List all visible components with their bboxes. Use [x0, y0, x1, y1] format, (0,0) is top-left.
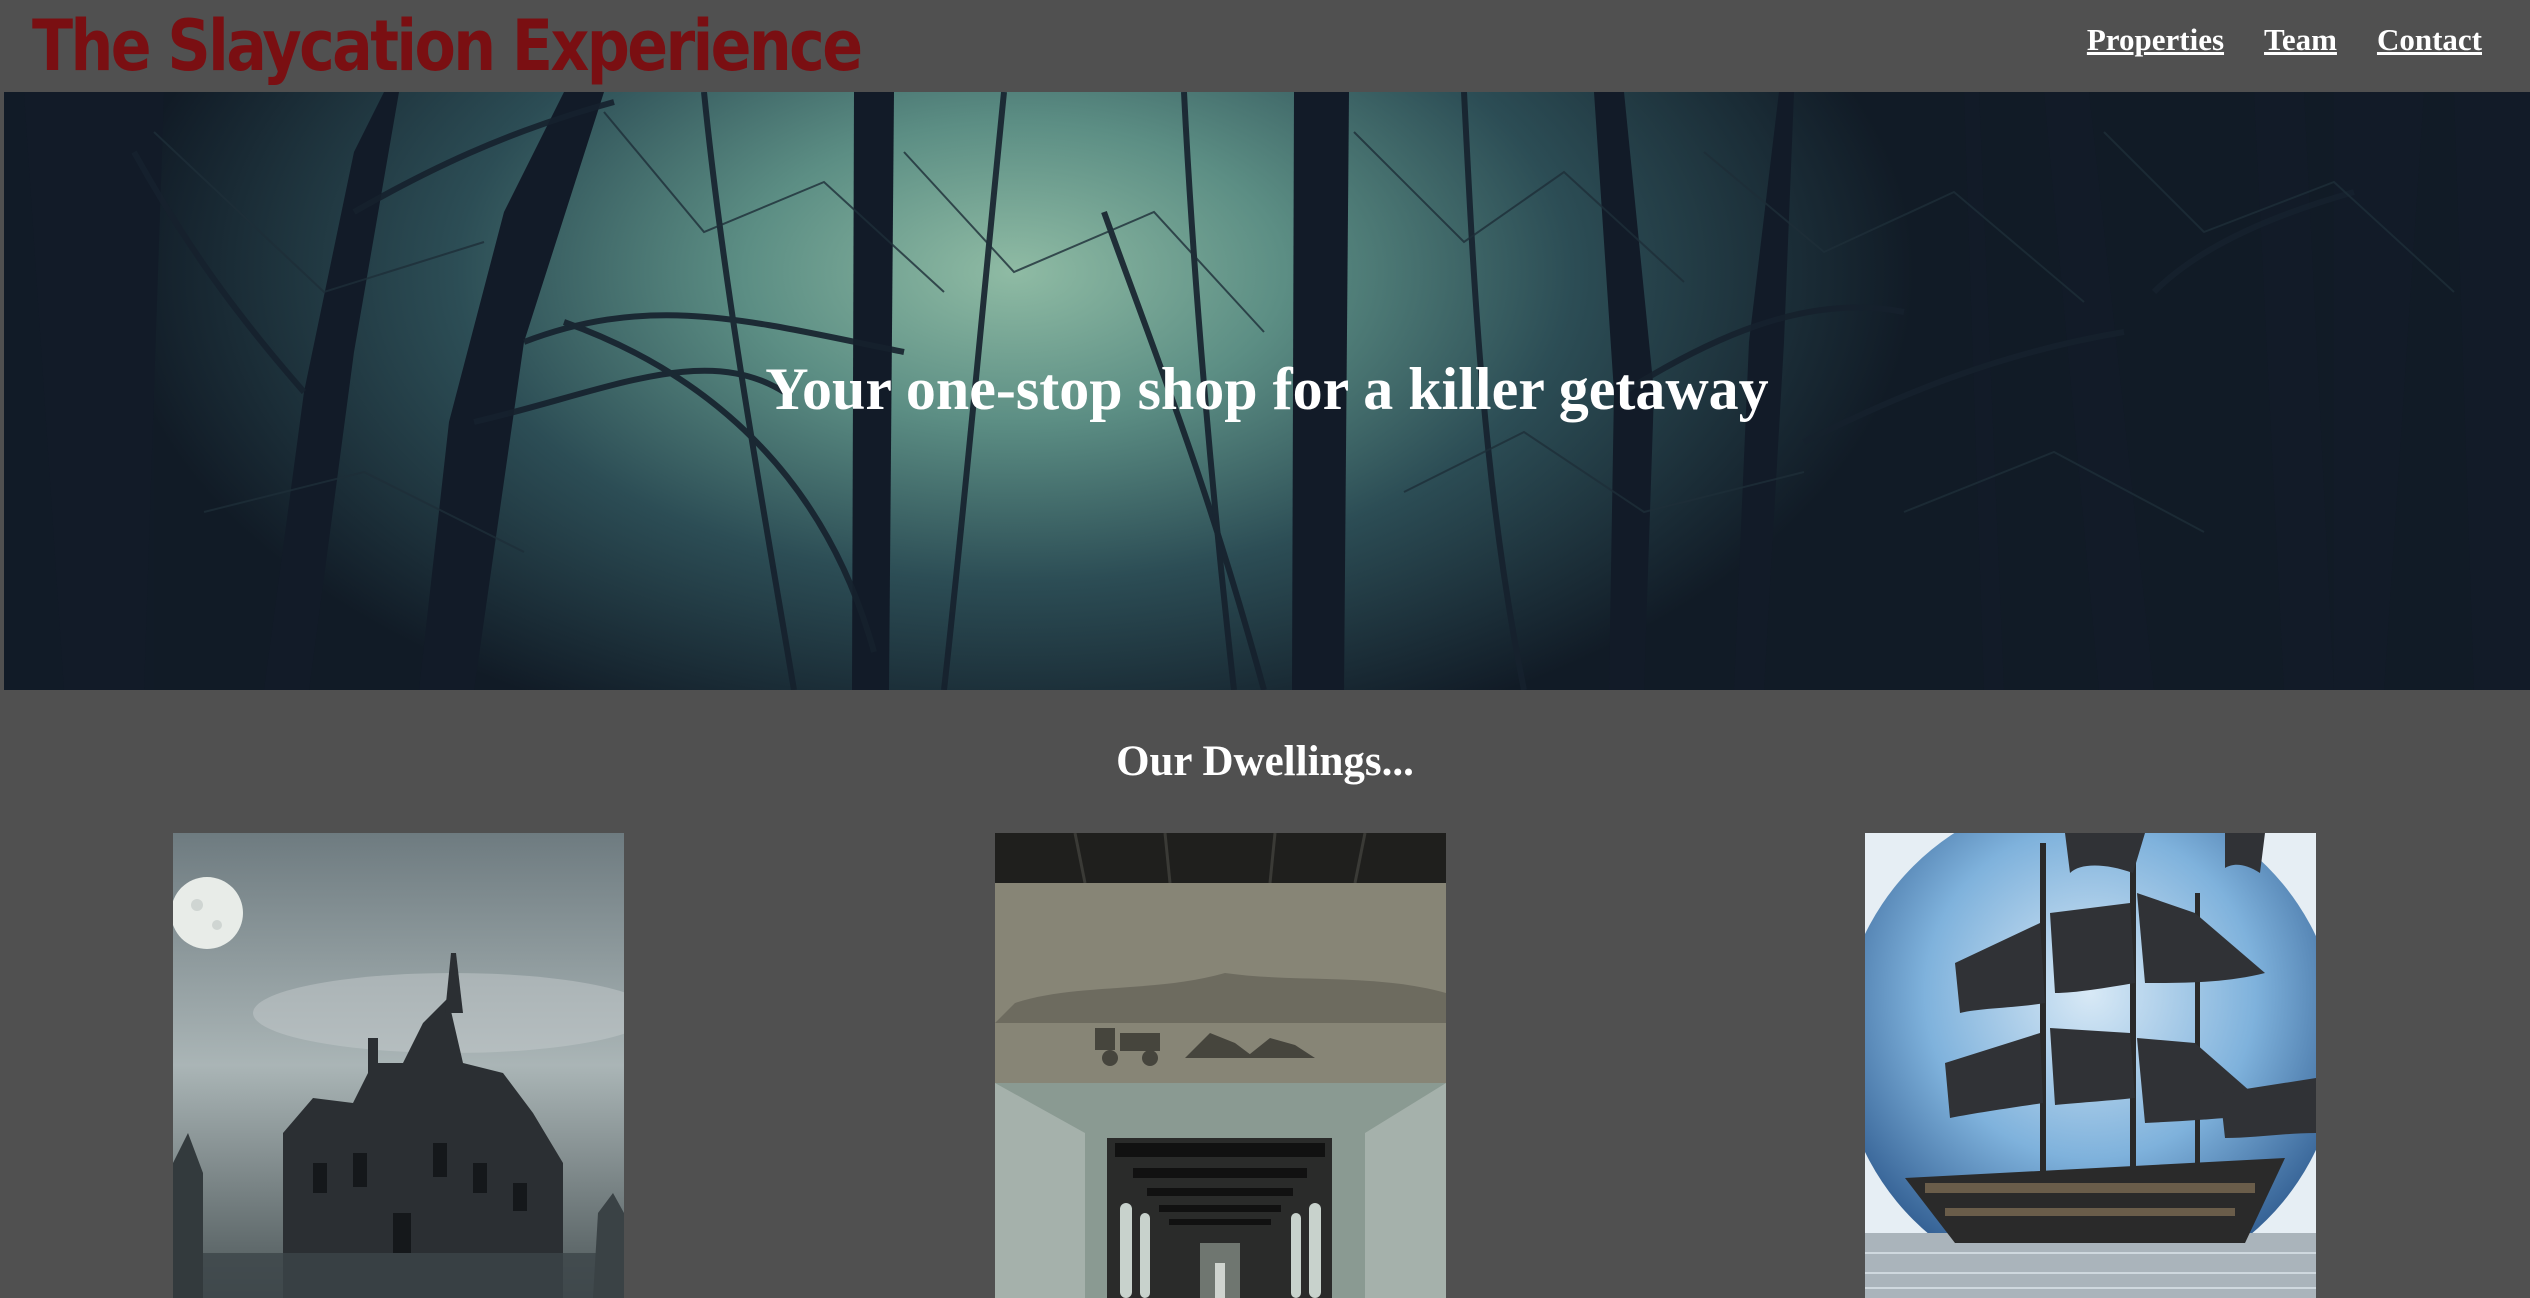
nav-link-team[interactable]: Team: [2264, 22, 2337, 58]
nav-link-contact[interactable]: Contact: [2377, 22, 2482, 58]
dwelling-card-asylum[interactable]: [995, 833, 1446, 1298]
dwelling-card-ship[interactable]: [1865, 833, 2316, 1298]
haunted-mansion-image: [173, 833, 624, 1298]
site-header: The Slaycation Experience Properties Tea…: [0, 0, 2530, 92]
dwellings-heading: Our Dwellings...: [1116, 738, 1414, 785]
hero-banner: Your one-stop shop for a killer getaway: [4, 92, 2530, 690]
asylum-corridor-image: [995, 833, 1446, 1298]
ghost-ship-image: [1865, 833, 2316, 1298]
nav-link-properties[interactable]: Properties: [2087, 22, 2224, 58]
site-logo[interactable]: The Slaycation Experience: [32, 4, 863, 88]
dwelling-card-mansion[interactable]: [173, 833, 624, 1298]
main-nav: Properties Team Contact: [2087, 22, 2482, 58]
hero-tagline: Your one-stop shop for a killer getaway: [765, 356, 1769, 422]
